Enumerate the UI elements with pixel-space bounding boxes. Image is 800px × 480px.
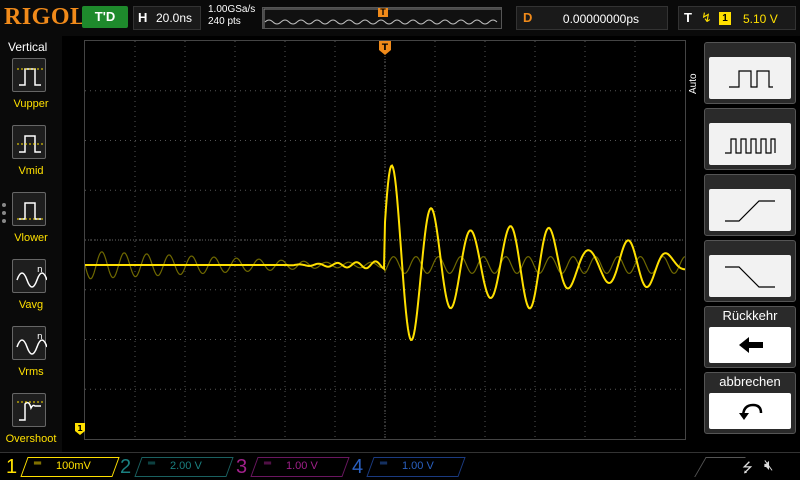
rising-ramp-icon xyxy=(725,200,775,222)
vmid-button[interactable] xyxy=(12,125,46,159)
trigger-settings[interactable]: T ↯ 1 5.10 V xyxy=(678,6,796,30)
channel1-scale: 100mV xyxy=(56,460,91,472)
channel1-offset-marker[interactable]: 1 xyxy=(74,422,86,436)
acquisition-mode-label: Auto xyxy=(688,73,699,94)
left-arrow-icon xyxy=(739,337,763,353)
vlower-button[interactable] xyxy=(12,192,46,226)
trigger-label: T xyxy=(684,10,692,25)
channel2-scale: 2.00 V xyxy=(170,460,202,472)
channel-status-bar: 1 ═ 100mV 2 ═ 2.00 V 3 ═ 1.00 V 4 ═ 1.00… xyxy=(0,452,800,480)
channel4-status[interactable]: 4 ═ 1.00 V xyxy=(352,455,466,479)
trigger-source: 1 xyxy=(719,12,731,25)
sample-rate: 1.00GSa/s xyxy=(208,4,256,15)
undo-icon xyxy=(739,403,763,420)
waveform-display[interactable] xyxy=(84,40,686,440)
svg-text:n: n xyxy=(37,265,43,275)
timebase-value: 20.0ns xyxy=(156,11,193,25)
back-label: Rückkehr xyxy=(722,308,778,323)
channel1-number: 1 xyxy=(6,456,18,478)
horizontal-timebase[interactable]: H 20.0ns xyxy=(133,6,201,30)
vrms-label: Vrms xyxy=(18,366,44,378)
overshoot-label: Overshoot xyxy=(5,433,57,445)
pulse-train-icon xyxy=(725,138,776,154)
overshoot-button[interactable] xyxy=(12,393,46,427)
acquisition-info: 1.00GSa/s 240 pts xyxy=(208,4,255,28)
vupper-icon xyxy=(17,68,43,86)
svg-text:n: n xyxy=(37,332,43,342)
trigger-level: 5.10 V xyxy=(743,12,778,26)
waveform-graticule xyxy=(84,41,686,439)
falling-ramp-softkey[interactable] xyxy=(704,240,796,302)
horizontal-label: H xyxy=(138,10,148,25)
top-status-bar: RIGOL T'D H 20.0ns 1.00GSa/s 240 pts T D… xyxy=(0,0,800,36)
memory-trigger-marker: T xyxy=(378,8,388,17)
rising-edge-icon: ↯ xyxy=(701,10,712,25)
channel3-status[interactable]: 3 ═ 1.00 V xyxy=(236,455,350,479)
pulse-single-softkey[interactable] xyxy=(704,42,796,104)
overshoot-icon xyxy=(17,401,43,421)
trigger-position-marker[interactable]: T xyxy=(378,40,392,56)
channel2-coupling-icon: ═ xyxy=(148,458,156,469)
back-softkey[interactable]: Rückkehr xyxy=(704,306,796,368)
channel3-coupling-icon: ═ xyxy=(264,458,272,469)
memory-overview-strip: T xyxy=(262,7,502,29)
vrms-icon: n xyxy=(16,332,47,355)
vmid-label: Vmid xyxy=(18,165,44,177)
svg-text:T: T xyxy=(382,43,389,53)
channel4-number: 4 xyxy=(352,456,364,478)
channel1-status[interactable]: 1 ═ 100mV xyxy=(6,455,120,479)
svg-text:1: 1 xyxy=(77,424,83,433)
falling-ramp-icon xyxy=(725,266,775,288)
sidebar-title: Vertical xyxy=(8,40,48,54)
channel2-number: 2 xyxy=(120,456,132,478)
memory-depth: 240 pts xyxy=(208,16,241,27)
channel3-scale: 1.00 V xyxy=(286,460,318,472)
channel1-coupling-icon: ═ xyxy=(34,458,42,469)
delay-display[interactable]: D 0.00000000ps xyxy=(516,6,668,30)
usb-icon: ⭍ xyxy=(742,460,753,475)
pulse-train-softkey[interactable] xyxy=(704,108,796,170)
status-corner-frame xyxy=(694,457,746,477)
channel3-number: 3 xyxy=(236,456,248,478)
vlower-label: Vlower xyxy=(14,232,48,244)
vmid-icon xyxy=(17,135,43,153)
delay-label: D xyxy=(523,10,533,25)
cancel-softkey[interactable]: abbrechen xyxy=(704,372,796,434)
cancel-label: abbrechen xyxy=(719,374,781,389)
vupper-button[interactable] xyxy=(12,58,46,92)
sidebar-page-dots xyxy=(2,203,6,227)
vavg-icon: n xyxy=(16,265,47,288)
vavg-label: Vavg xyxy=(18,299,44,311)
trigger-status-badge: T'D xyxy=(82,6,128,28)
pulse-single-icon xyxy=(729,70,773,88)
brand-logo: RIGOL xyxy=(4,4,87,30)
vupper-label: Vupper xyxy=(13,98,49,110)
channel4-scale: 1.00 V xyxy=(402,460,434,472)
rising-ramp-softkey[interactable] xyxy=(704,174,796,236)
channel4-coupling-icon: ═ xyxy=(380,458,388,469)
vavg-button[interactable]: n xyxy=(12,259,47,293)
vrms-button[interactable]: n xyxy=(12,326,47,360)
speaker-muted-icon[interactable]: 🔇︎ xyxy=(764,457,773,474)
delay-value: 0.00000000ps xyxy=(562,12,639,26)
vlower-icon xyxy=(17,202,43,220)
channel2-status[interactable]: 2 ═ 2.00 V xyxy=(120,455,234,479)
